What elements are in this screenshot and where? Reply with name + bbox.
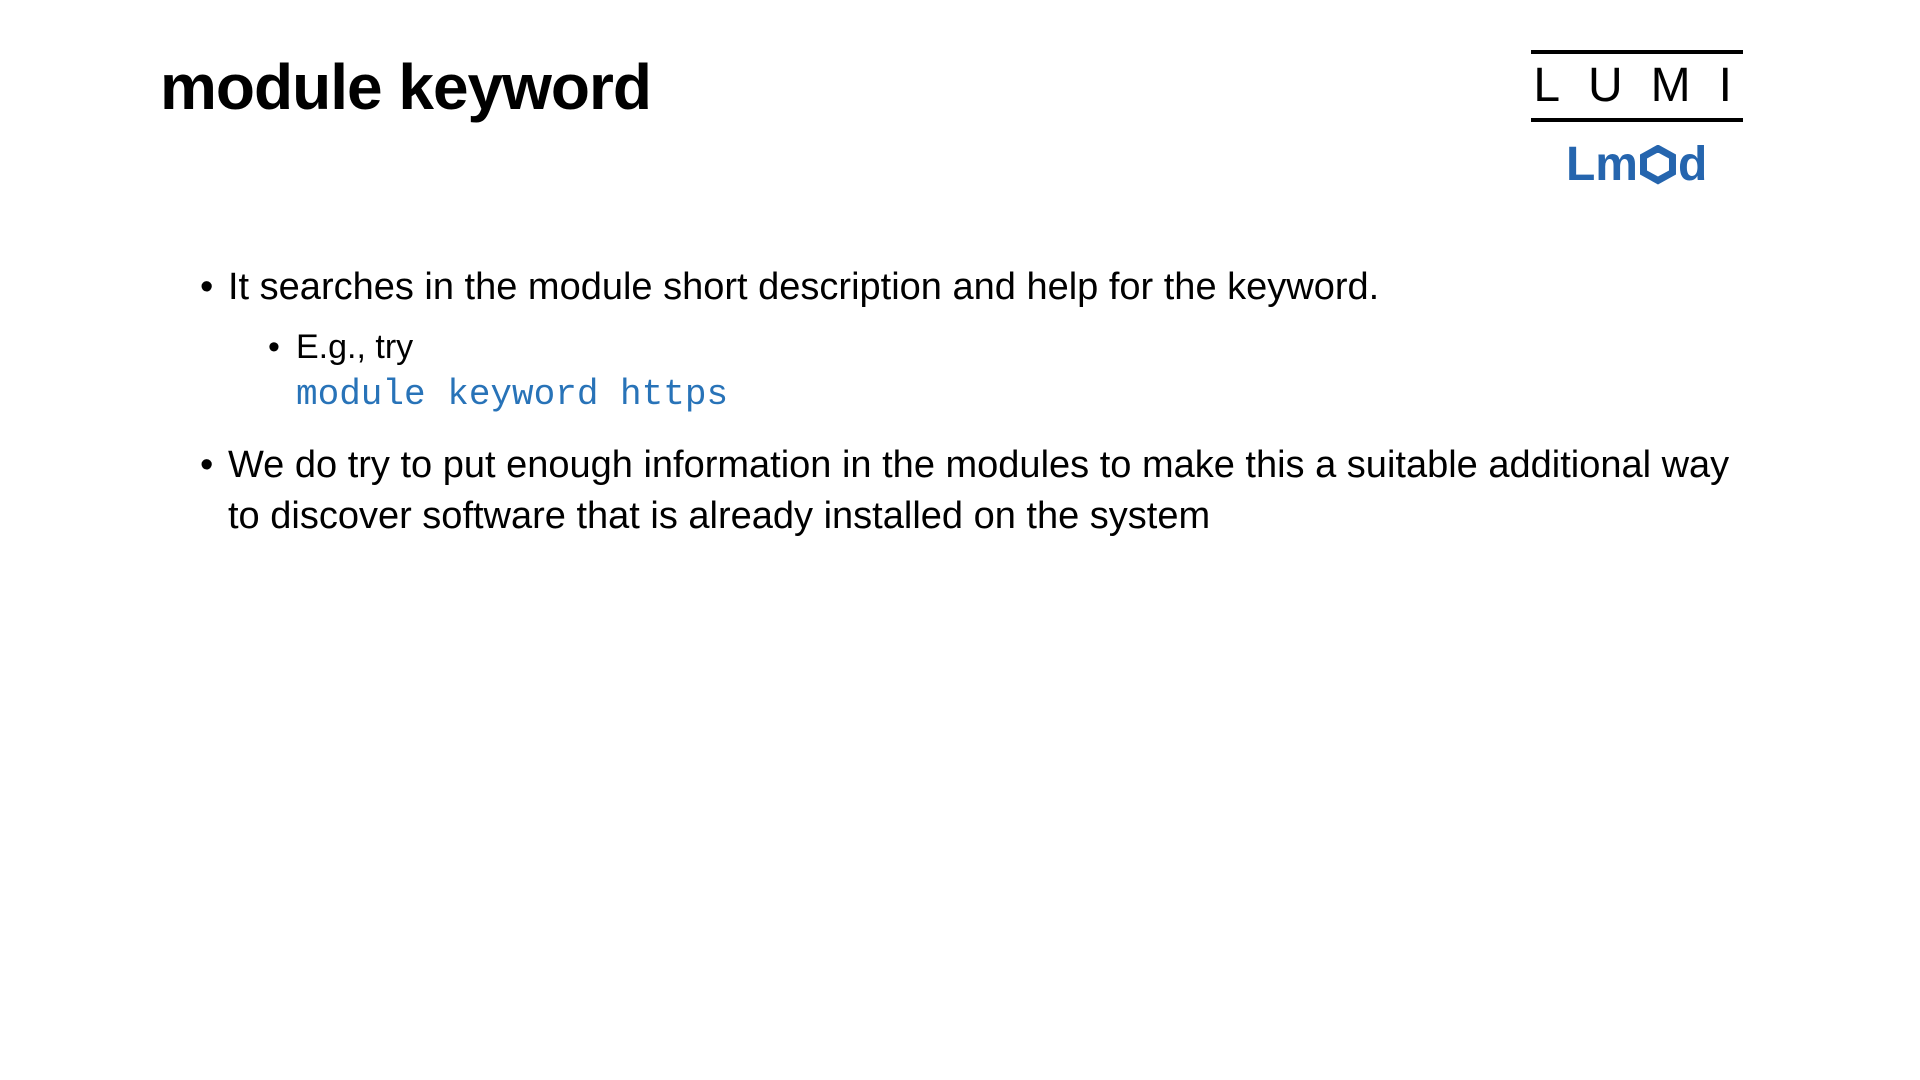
lmod-prefix: Lm [1566, 137, 1638, 192]
logos-container: LUMI Lm d [1513, 50, 1760, 192]
slide-header: module keyword LUMI Lm d [160, 50, 1760, 192]
slide: module keyword LUMI Lm d It searches i [0, 0, 1920, 1080]
sub-bullet-item: E.g., try module keyword https [268, 325, 1760, 419]
sub-bullet-intro: E.g., try [296, 328, 413, 366]
code-example: module keyword https [296, 374, 728, 415]
lmod-suffix: d [1678, 137, 1707, 192]
bullet-item: We do try to put enough information in t… [200, 440, 1760, 543]
lumi-logo-text: LUMI [1513, 62, 1760, 110]
bullet-list: It searches in the module short descript… [160, 262, 1760, 542]
sub-bullet-list: E.g., try module keyword https [228, 325, 1760, 419]
slide-title: module keyword [160, 50, 651, 124]
lmod-logo: Lm d [1566, 137, 1707, 192]
lumi-logo: LUMI [1513, 50, 1760, 122]
slide-content: It searches in the module short descript… [160, 262, 1760, 542]
bullet-item: It searches in the module short descript… [200, 262, 1760, 420]
bullet-text: We do try to put enough information in t… [228, 444, 1729, 537]
lmod-hexagon-icon [1640, 145, 1676, 185]
lumi-logo-line-top [1531, 50, 1743, 54]
bullet-text: It searches in the module short descript… [228, 266, 1379, 308]
lumi-logo-line-bottom [1531, 118, 1743, 122]
